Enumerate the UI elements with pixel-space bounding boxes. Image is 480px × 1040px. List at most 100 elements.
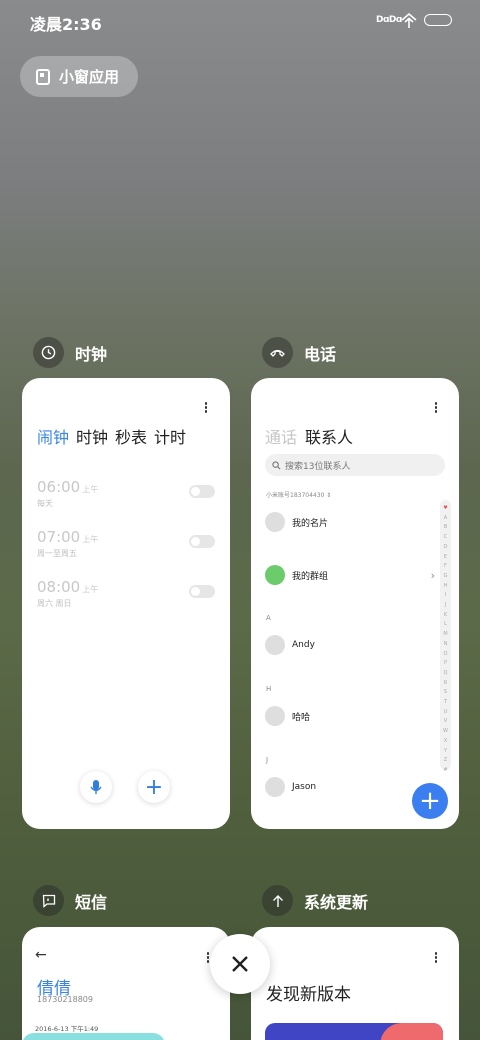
alarm-toggle[interactable]: [189, 585, 215, 598]
sms-app-header[interactable]: 短信: [33, 885, 107, 916]
banner-accent: [380, 1023, 443, 1040]
alarm-ampm: 上午: [82, 585, 99, 594]
alarm-repeat: 周一至周五: [37, 549, 77, 558]
sms-card[interactable]: ← 倩倩 18730218809 2016-6-13 下午1:49: [22, 927, 230, 1040]
add-alarm-button[interactable]: +: [138, 771, 170, 803]
sms-app-name: 短信: [75, 892, 108, 912]
contact-item[interactable]: Jason: [265, 777, 316, 797]
search-placeholder: 搜索13位联系人: [285, 461, 351, 472]
avatar: [265, 706, 285, 726]
clock-card[interactable]: 闹钟 时钟 秒表 计时 06:00 上午 每天 07:00 上午 周一至周五 08:…: [22, 378, 230, 829]
alphabet-letter[interactable]: F: [444, 562, 447, 572]
alarm-repeat: 周六 周日: [37, 599, 72, 608]
my-card-item[interactable]: 我的名片: [265, 512, 328, 532]
alphabet-letter[interactable]: Z: [444, 756, 447, 766]
close-all-button[interactable]: [210, 934, 270, 994]
phone-tabs: 通话 联系人: [265, 424, 353, 448]
clock-app-name: 时钟: [75, 344, 108, 364]
alarm-time: 08:00: [37, 578, 81, 596]
alphabet-letter[interactable]: P: [444, 659, 447, 669]
contact-name: Jason: [292, 782, 317, 792]
alphabet-letter[interactable]: Q: [444, 669, 448, 679]
alphabet-letter[interactable]: B: [444, 523, 447, 533]
alphabet-letter[interactable]: K: [444, 611, 447, 621]
more-icon[interactable]: [204, 402, 208, 414]
section-letter: H: [266, 685, 272, 693]
alphabet-letter[interactable]: #: [443, 766, 447, 776]
tab-calls[interactable]: 通话: [265, 424, 297, 448]
alphabet-index[interactable]: ♥ A B C D E F G H I J K L M N O P Q R S T U V W X Y Z #: [440, 500, 451, 773]
contact-name: 哈哈: [292, 712, 311, 723]
account-label[interactable]: 小米账号183704430 ⇕: [266, 490, 331, 499]
alphabet-letter[interactable]: Y: [444, 747, 447, 757]
section-letter: J: [266, 756, 269, 764]
more-icon[interactable]: [434, 952, 438, 964]
update-app-header[interactable]: 系统更新: [262, 885, 368, 916]
alphabet-letter[interactable]: O: [444, 650, 448, 660]
wifi-icon: [401, 12, 417, 28]
small-window-button[interactable]: 小窗应用: [20, 56, 138, 97]
alphabet-letter[interactable]: A: [444, 514, 447, 524]
alphabet-letter[interactable]: ♥: [443, 504, 447, 514]
group-avatar: [265, 565, 285, 585]
alphabet-letter[interactable]: L: [444, 620, 447, 630]
alphabet-letter[interactable]: J: [445, 601, 446, 611]
contact-item[interactable]: 哈哈: [265, 706, 310, 726]
clock-tabs: 闹钟 时钟 秒表 计时: [37, 424, 186, 448]
alphabet-letter[interactable]: G: [444, 572, 448, 582]
section-letter: A: [266, 614, 271, 622]
alphabet-letter[interactable]: H: [444, 582, 448, 592]
phone-app-name: 电话: [304, 344, 337, 364]
update-headline: 发现新版本: [266, 985, 351, 1005]
avatar: [265, 777, 285, 797]
chevron-right-icon: ›: [430, 568, 435, 582]
alphabet-letter[interactable]: C: [444, 533, 448, 543]
add-contact-button[interactable]: +: [412, 783, 448, 819]
alarm-repeat: 每天: [37, 499, 53, 508]
signal-indicator: DɑDɑ: [376, 15, 402, 25]
alphabet-letter[interactable]: M: [443, 630, 447, 640]
alphabet-letter[interactable]: I: [445, 591, 446, 601]
alphabet-letter[interactable]: W: [443, 727, 448, 737]
alphabet-letter[interactable]: R: [444, 679, 447, 689]
alphabet-letter[interactable]: U: [444, 708, 448, 718]
close-icon: [232, 956, 248, 972]
tab-timer[interactable]: 计时: [154, 424, 186, 448]
conversation-number: 18730218809: [37, 995, 93, 1004]
more-icon[interactable]: [434, 402, 438, 414]
small-window-icon: [36, 68, 50, 85]
tab-contacts[interactable]: 联系人: [305, 424, 353, 448]
alphabet-letter[interactable]: X: [444, 737, 447, 747]
alphabet-letter[interactable]: N: [444, 640, 448, 650]
alphabet-letter[interactable]: S: [444, 688, 447, 698]
tab-clock[interactable]: 时钟: [76, 424, 108, 448]
contact-item[interactable]: Andy: [265, 635, 315, 655]
alarm-time: 06:00: [37, 478, 81, 496]
status-time: 凌晨2:36: [30, 15, 102, 34]
account-text: 小米账号183704430: [266, 492, 325, 499]
clock-icon: [33, 337, 64, 368]
arrow-up-icon: [262, 885, 293, 916]
phone-app-header[interactable]: 电话: [262, 337, 336, 368]
plus-icon: +: [144, 774, 164, 800]
microphone-icon: [90, 780, 102, 794]
tab-alarm[interactable]: 闹钟: [37, 424, 69, 448]
contact-name: Andy: [292, 640, 315, 650]
alphabet-letter[interactable]: E: [444, 553, 447, 563]
alarm-toggle[interactable]: [189, 485, 215, 498]
update-card[interactable]: 发现新版本: [251, 927, 459, 1040]
alphabet-letter[interactable]: V: [444, 717, 447, 727]
back-arrow-icon[interactable]: ←: [35, 947, 47, 963]
voice-button[interactable]: [80, 771, 112, 803]
alarm-ampm: 上午: [82, 535, 99, 544]
avatar: [265, 635, 285, 655]
alarm-toggle[interactable]: [189, 535, 215, 548]
clock-app-header[interactable]: 时钟: [33, 337, 107, 368]
phone-card[interactable]: 通话 联系人 搜索13位联系人 小米账号183704430 ⇕ 我的名片 我的群…: [251, 378, 459, 829]
tab-stopwatch[interactable]: 秒表: [115, 424, 147, 448]
contact-search-input[interactable]: 搜索13位联系人: [265, 454, 445, 476]
alphabet-letter[interactable]: T: [444, 698, 447, 708]
alphabet-letter[interactable]: D: [444, 543, 448, 553]
update-banner: [265, 1023, 443, 1040]
my-groups-item[interactable]: 我的群组 ›: [265, 565, 435, 585]
